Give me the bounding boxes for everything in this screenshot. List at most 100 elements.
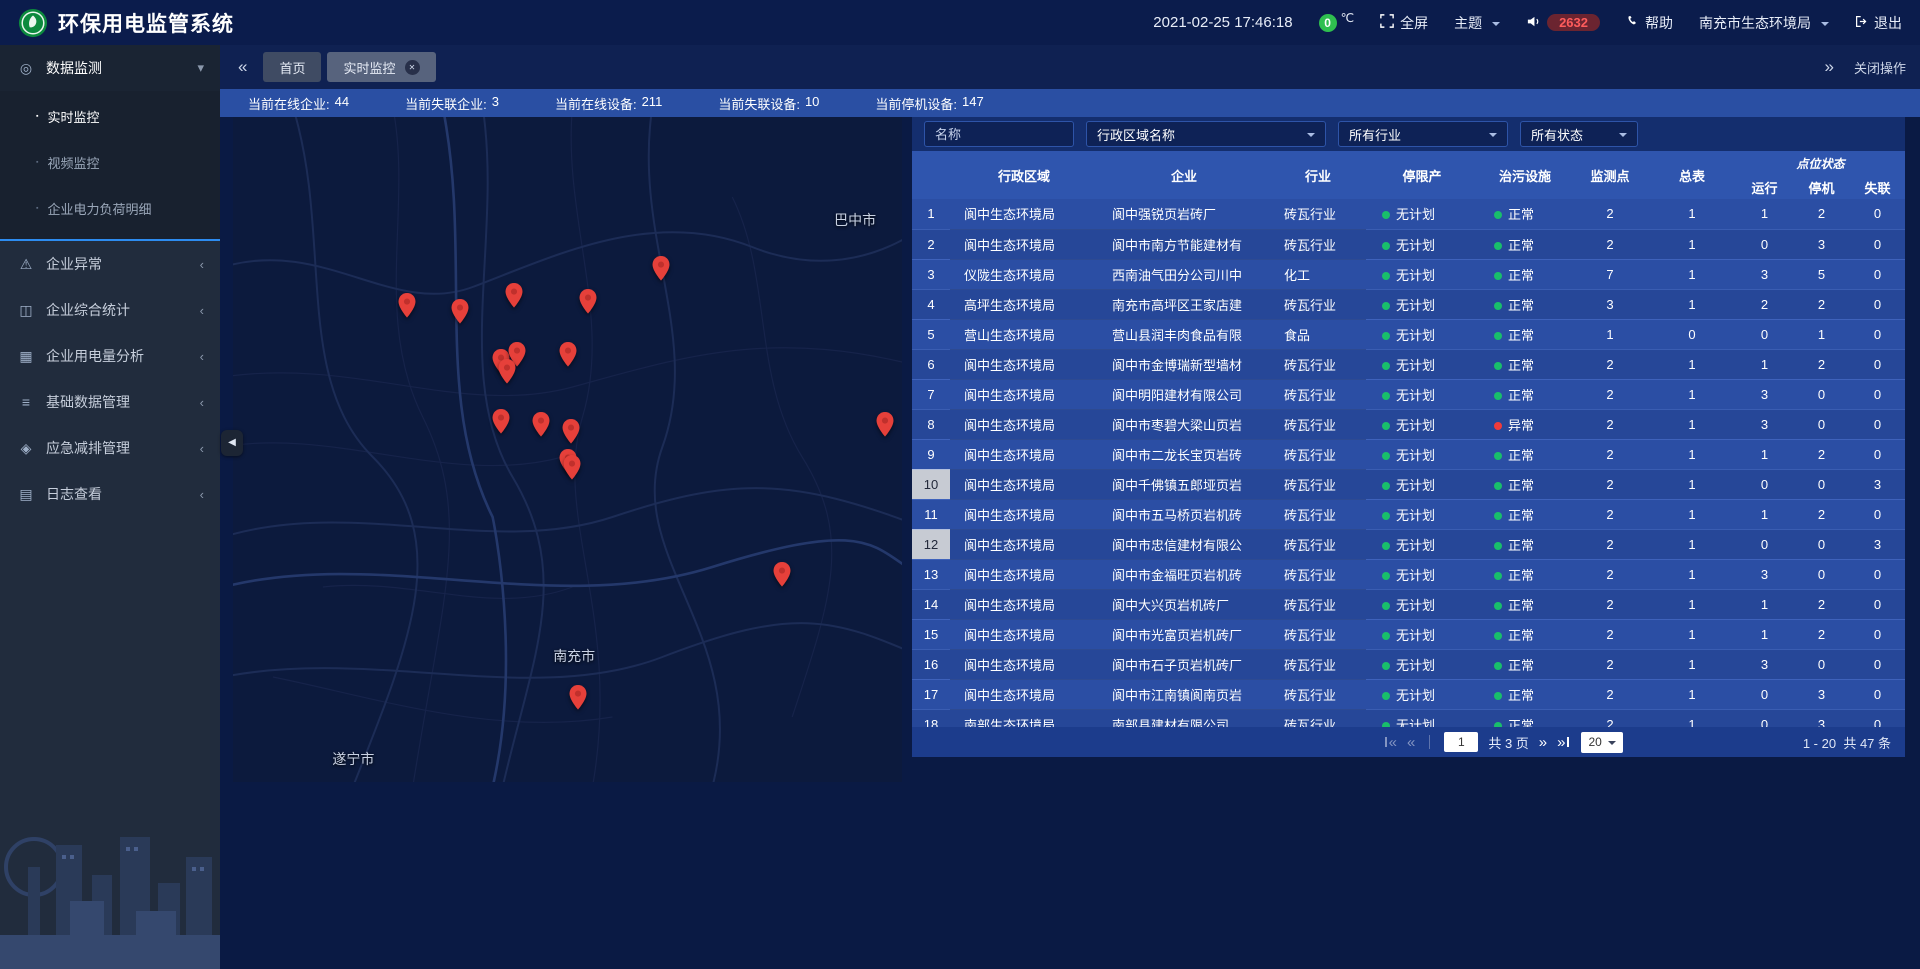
- map-pin-16[interactable]: [569, 685, 587, 710]
- map-pin-14[interactable]: [876, 412, 894, 437]
- map-pin-10[interactable]: [532, 412, 550, 437]
- cell-stop-count: 2: [1793, 619, 1850, 649]
- table-row-2[interactable]: 2 阆中生态环境局 阆中市南方节能建材有 砖瓦行业 无计划 正常 2 1 0 3…: [912, 229, 1905, 259]
- close-tab-icon[interactable]: ✕: [405, 60, 420, 75]
- region-filter-select[interactable]: 行政区域名称: [1086, 121, 1326, 147]
- cell-facility-status: 正常: [1478, 379, 1572, 409]
- next-page-button[interactable]: »: [1539, 735, 1547, 750]
- help-button[interactable]: 帮助: [1626, 13, 1673, 33]
- cell-meter-count: 1: [1648, 679, 1736, 709]
- map-canvas[interactable]: 巴中市南充市遂宁市: [233, 117, 902, 782]
- table-row-12[interactable]: 12 阆中生态环境局 阆中市忠信建材有限公 砖瓦行业 无计划 正常 2 1 0 …: [912, 529, 1905, 559]
- row-index: 13: [912, 559, 950, 589]
- cell-industry: 砖瓦行业: [1270, 499, 1366, 529]
- cell-lost-count: 0: [1850, 229, 1905, 259]
- collapse-panel-button[interactable]: ◀: [221, 430, 243, 456]
- table-row-5[interactable]: 5 营山生态环境局 营山县润丰肉食品有限 食品 无计划 正常 1 0 0 1 0: [912, 319, 1905, 349]
- sidebar-group-3[interactable]: ▦ 企业用电量分析 ‹: [0, 333, 220, 379]
- table-row-9[interactable]: 9 阆中生态环境局 阆中市二龙长宝页岩砖 砖瓦行业 无计划 正常 2 1 1 2…: [912, 439, 1905, 469]
- sidebar-item-0-0[interactable]: ▪ 实时监控: [0, 93, 220, 139]
- table-row-1[interactable]: 1 阆中生态环境局 阆中强锐页岩砖厂 砖瓦行业 无计划 正常 2 1 1 2 0: [912, 199, 1905, 229]
- exit-icon: [1855, 15, 1868, 31]
- status-dot-icon: [1494, 512, 1502, 520]
- tab-realtime-monitor[interactable]: 实时监控 ✕: [327, 52, 435, 82]
- map-pin-8[interactable]: [559, 342, 577, 367]
- first-page-button[interactable]: «: [1383, 735, 1397, 750]
- chevron-left-icon: ‹: [200, 303, 204, 318]
- tab-home[interactable]: 首页: [263, 52, 321, 82]
- status-filter-select[interactable]: 所有状态: [1520, 121, 1638, 147]
- name-filter-input[interactable]: [924, 121, 1074, 147]
- cell-region: 阆中生态环境局: [950, 349, 1098, 379]
- row-index: 10: [912, 469, 950, 499]
- table-row-6[interactable]: 6 阆中生态环境局 阆中市金博瑞新型墙材 砖瓦行业 无计划 正常 2 1 1 2…: [912, 349, 1905, 379]
- fullscreen-button[interactable]: 全屏: [1380, 13, 1428, 33]
- map-pin-7[interactable]: [498, 359, 516, 384]
- sidebar-group-2[interactable]: ◫ 企业综合统计 ‹: [0, 287, 220, 333]
- tabs-scroll-right-button[interactable]: »: [1821, 57, 1838, 77]
- cell-lost-count: 0: [1850, 709, 1905, 727]
- sidebar-group-0[interactable]: ◎ 数据监测 ▾: [0, 45, 220, 91]
- map-pin-4[interactable]: [652, 256, 670, 281]
- map-pin-15[interactable]: [773, 562, 791, 587]
- cell-limit-status: 无计划: [1366, 199, 1478, 229]
- sidebar-group-5[interactable]: ◈ 应急减排管理 ‹: [0, 425, 220, 471]
- table-row-14[interactable]: 14 阆中生态环境局 阆中大兴页岩机砖厂 砖瓦行业 无计划 正常 2 1 1 2…: [912, 589, 1905, 619]
- prev-page-button[interactable]: «: [1407, 735, 1415, 750]
- table-row-15[interactable]: 15 阆中生态环境局 阆中市光富页岩机砖厂 砖瓦行业 无计划 正常 2 1 1 …: [912, 619, 1905, 649]
- chevron-down-icon: ▾: [197, 60, 204, 76]
- cell-stop-count: 2: [1793, 349, 1850, 379]
- sidebar-group-4[interactable]: ≡ 基础数据管理 ‹: [0, 379, 220, 425]
- logout-button[interactable]: 退出: [1855, 13, 1902, 33]
- cell-region: 阆中生态环境局: [950, 619, 1098, 649]
- table-row-3[interactable]: 3 仪陇生态环境局 西南油气田分公司川中 化工 无计划 正常 7 1 3 5 0: [912, 259, 1905, 289]
- chevron-down-icon: [1489, 133, 1497, 141]
- table-body: 1 阆中生态环境局 阆中强锐页岩砖厂 砖瓦行业 无计划 正常 2 1 1 2 0…: [912, 199, 1905, 727]
- table-row-4[interactable]: 4 高坪生态环境局 南充市高坪区王家店建 砖瓦行业 无计划 正常 3 1 2 2…: [912, 289, 1905, 319]
- map-pin-9[interactable]: [492, 409, 510, 434]
- cell-monitor-count: 2: [1572, 409, 1648, 439]
- cell-run-count: 1: [1736, 589, 1793, 619]
- map-pin-13[interactable]: [563, 455, 581, 480]
- last-page-button[interactable]: »: [1557, 735, 1571, 750]
- industry-filter-select[interactable]: 所有行业: [1338, 121, 1508, 147]
- page-number-input[interactable]: [1444, 732, 1478, 752]
- status-dot-icon: [1382, 632, 1390, 640]
- alarm-count-badge: 2632: [1547, 14, 1600, 31]
- cell-meter-count: 1: [1648, 349, 1736, 379]
- map-pin-1[interactable]: [451, 299, 469, 324]
- cell-facility-status: 正常: [1478, 679, 1572, 709]
- alarm-indicator[interactable]: 2632: [1526, 14, 1600, 32]
- cell-run-count: 3: [1736, 259, 1793, 289]
- sidebar-item-0-2[interactable]: ▪ 企业电力负荷明细: [0, 185, 220, 231]
- tabs-scroll-left-button[interactable]: «: [234, 57, 251, 77]
- sidebar-item-0-1[interactable]: ▪ 视频监控: [0, 139, 220, 185]
- cell-limit-status: 无计划: [1366, 589, 1478, 619]
- cell-limit-status: 无计划: [1366, 259, 1478, 289]
- sidebar-group-6[interactable]: ▤ 日志查看 ‹: [0, 471, 220, 517]
- table-row-8[interactable]: 8 阆中生态环境局 阆中市枣碧大梁山页岩 砖瓦行业 无计划 异常 2 1 3 0…: [912, 409, 1905, 439]
- page-size-select[interactable]: 20: [1581, 732, 1622, 753]
- sidebar-group-1[interactable]: ⚠ 企业异常 ‹: [0, 241, 220, 287]
- table-row-10[interactable]: 10 阆中生态环境局 阆中千佛镇五郎垭页岩 砖瓦行业 无计划 正常 2 1 0 …: [912, 469, 1905, 499]
- map-pin-2[interactable]: [505, 283, 523, 308]
- close-operations-button[interactable]: 关闭操作: [1854, 58, 1906, 77]
- table-row-17[interactable]: 17 阆中生态环境局 阆中市江南镇阆南页岩 砖瓦行业 无计划 正常 2 1 0 …: [912, 679, 1905, 709]
- table-row-11[interactable]: 11 阆中生态环境局 阆中市五马桥页岩机砖 砖瓦行业 无计划 正常 2 1 1 …: [912, 499, 1905, 529]
- stats-bar: 当前在线企业:44 当前失联企业:3 当前在线设备:211 当前失联设备:10 …: [220, 89, 1920, 117]
- table-row-16[interactable]: 16 阆中生态环境局 阆中市石子页岩机砖厂 砖瓦行业 无计划 正常 2 1 3 …: [912, 649, 1905, 679]
- status-dot-icon: [1494, 692, 1502, 700]
- table-row-13[interactable]: 13 阆中生态环境局 阆中市金福旺页岩机砖 砖瓦行业 无计划 正常 2 1 3 …: [912, 559, 1905, 589]
- theme-dropdown[interactable]: 主题: [1454, 13, 1500, 33]
- map-pin-11[interactable]: [562, 419, 580, 444]
- cell-stop-count: 0: [1793, 469, 1850, 499]
- map-pin-0[interactable]: [398, 293, 416, 318]
- status-dot-icon: [1494, 272, 1502, 280]
- cell-run-count: 1: [1736, 499, 1793, 529]
- map-pin-3[interactable]: [579, 289, 597, 314]
- org-dropdown[interactable]: 南充市生态环境局: [1699, 13, 1829, 33]
- table-row-7[interactable]: 7 阆中生态环境局 阆中明阳建材有限公司 砖瓦行业 无计划 正常 2 1 3 0…: [912, 379, 1905, 409]
- status-dot-icon: [1382, 392, 1390, 400]
- cell-meter-count: 1: [1648, 229, 1736, 259]
- table-row-18[interactable]: 18 南部生态环境局 南部县建材有限公司 砖瓦行业 无计划 正常 2 1 0 3…: [912, 709, 1905, 727]
